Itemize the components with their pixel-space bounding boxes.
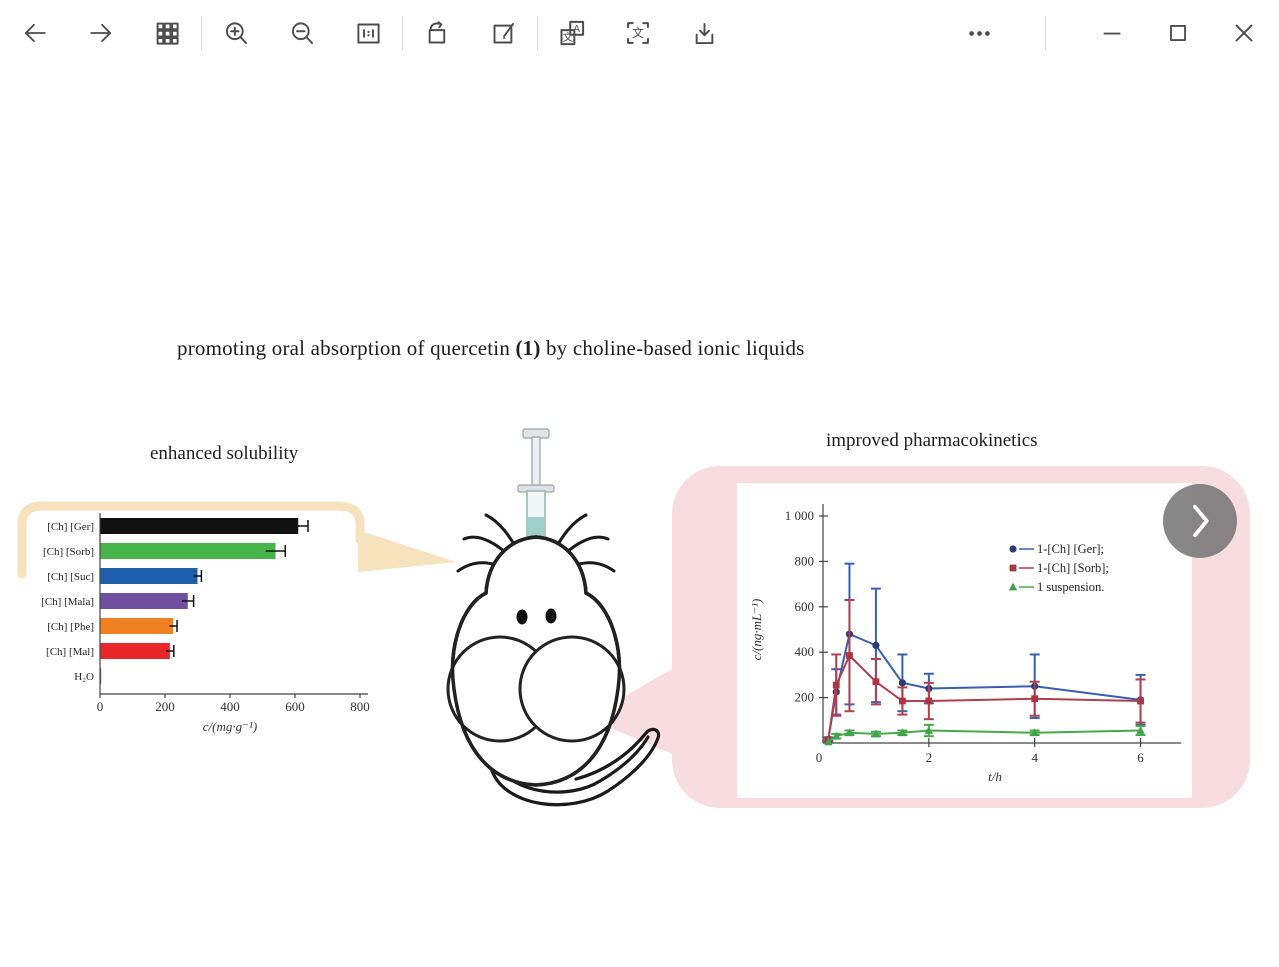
translate-icon: A 文 bbox=[558, 19, 586, 47]
ocr-button[interactable]: 文 bbox=[621, 16, 655, 50]
svg-text:1-[Ch] [Ger];: 1-[Ch] [Ger]; bbox=[1037, 542, 1104, 556]
svg-text:4: 4 bbox=[1031, 750, 1038, 765]
svg-text:文: 文 bbox=[632, 26, 644, 40]
thumbnails-button[interactable] bbox=[150, 16, 184, 50]
more-options-button[interactable] bbox=[962, 16, 996, 50]
back-arrow-icon bbox=[22, 20, 48, 46]
zoom-out-button[interactable] bbox=[285, 16, 319, 50]
right-panel-heading: improved pharmacokinetics bbox=[826, 430, 1038, 452]
close-button[interactable] bbox=[1227, 16, 1261, 50]
more-dots-icon bbox=[966, 20, 993, 47]
svg-text:t/h: t/h bbox=[988, 769, 1002, 784]
tools-group: A 文 文 bbox=[555, 16, 721, 50]
maximize-button[interactable] bbox=[1161, 16, 1195, 50]
svg-text:H₂O: H₂O bbox=[74, 671, 94, 683]
actual-size-button[interactable] bbox=[351, 16, 385, 50]
grid-icon bbox=[154, 20, 181, 47]
svg-text:1 000: 1 000 bbox=[785, 508, 814, 523]
toolbar-separator bbox=[1045, 16, 1046, 50]
svg-text:[Ch] [Suc]: [Ch] [Suc] bbox=[47, 571, 94, 583]
svg-text:400: 400 bbox=[795, 644, 815, 659]
toolbar-separator bbox=[402, 16, 403, 50]
edit-button[interactable] bbox=[486, 16, 520, 50]
actual-size-icon bbox=[355, 20, 382, 47]
back-button[interactable] bbox=[18, 16, 52, 50]
solubility-bar-chart: [Ch] [Ger] [Ch] [Sorb] [Ch] [Suc] [Ch] [Mal… bbox=[8, 504, 388, 744]
svg-text:文: 文 bbox=[563, 31, 574, 44]
svg-text:0: 0 bbox=[97, 699, 104, 714]
zoom-in-button[interactable] bbox=[219, 16, 253, 50]
zoom-out-icon bbox=[289, 20, 316, 47]
rotate-button[interactable] bbox=[420, 16, 454, 50]
ocr-text-scan-icon: 文 bbox=[624, 19, 652, 47]
svg-text:c/(ng·mL⁻¹): c/(ng·mL⁻¹) bbox=[749, 599, 764, 661]
svg-text:[Ch] [Sorb]: [Ch] [Sorb] bbox=[43, 546, 94, 558]
maximize-icon bbox=[1165, 20, 1191, 46]
svg-text:600: 600 bbox=[285, 699, 305, 714]
pharmacokinetics-chart-panel: 200 400 600 800 1 000 0 2 4 6 t/h c/(ng·mL⁻¹) 1-[Ch… bbox=[737, 483, 1192, 798]
document-page: promoting oral absorption of quercetin (… bbox=[0, 66, 1279, 967]
svg-text:800: 800 bbox=[350, 699, 370, 714]
toolbar-separator bbox=[537, 16, 538, 50]
svg-text:400: 400 bbox=[220, 699, 240, 714]
edit-pencil-icon bbox=[490, 20, 517, 47]
svg-text:1 suspension.: 1 suspension. bbox=[1037, 580, 1104, 594]
svg-text:0: 0 bbox=[816, 750, 823, 765]
svg-text:[Ch] [Phe]: [Ch] [Phe] bbox=[47, 621, 94, 633]
translate-button[interactable]: A 文 bbox=[555, 16, 589, 50]
rotate-icon bbox=[424, 20, 451, 47]
svg-text:[Ch] [Mala]: [Ch] [Mala] bbox=[41, 596, 94, 608]
zoom-group bbox=[219, 16, 385, 50]
next-page-button[interactable] bbox=[1163, 484, 1237, 558]
svg-text:800: 800 bbox=[795, 553, 815, 568]
svg-text:600: 600 bbox=[795, 599, 815, 614]
nav-group bbox=[18, 16, 184, 50]
title-text: by choline-based ionic liquids bbox=[541, 336, 805, 360]
svg-text:200: 200 bbox=[795, 690, 815, 705]
toolbar: A 文 文 bbox=[0, 0, 1279, 66]
title-text: promoting oral absorption of quercetin bbox=[177, 336, 515, 360]
edit-group bbox=[420, 16, 520, 50]
zoom-in-icon bbox=[223, 20, 250, 47]
left-panel-heading: enhanced solubility bbox=[150, 443, 298, 465]
svg-text:2: 2 bbox=[926, 750, 933, 765]
close-icon bbox=[1231, 20, 1257, 46]
svg-text:1-[Ch] [Sorb];: 1-[Ch] [Sorb]; bbox=[1037, 561, 1109, 575]
svg-text:c/(mg·g⁻¹): c/(mg·g⁻¹) bbox=[203, 719, 257, 734]
mouse-with-syringe-illustration bbox=[428, 421, 678, 811]
svg-text:6: 6 bbox=[1137, 750, 1144, 765]
svg-text:[Ch] [Mal]: [Ch] [Mal] bbox=[46, 646, 94, 658]
page-title: promoting oral absorption of quercetin (… bbox=[177, 336, 957, 361]
forward-arrow-icon bbox=[88, 20, 114, 46]
window-controls bbox=[962, 16, 1261, 50]
forward-button[interactable] bbox=[84, 16, 118, 50]
svg-text:200: 200 bbox=[155, 699, 175, 714]
viewer-window: A 文 文 bbox=[0, 0, 1279, 967]
download-button[interactable] bbox=[687, 16, 721, 50]
minimize-icon bbox=[1099, 20, 1125, 46]
toolbar-separator bbox=[201, 16, 202, 50]
download-icon bbox=[691, 20, 718, 47]
svg-text:[Ch] [Ger]: [Ch] [Ger] bbox=[47, 521, 94, 533]
chevron-right-icon bbox=[1169, 484, 1231, 558]
pharmacokinetics-line-chart: 200 400 600 800 1 000 0 2 4 6 t/h c/(ng·mL⁻¹) 1-[Ch… bbox=[737, 483, 1192, 798]
minimize-button[interactable] bbox=[1095, 16, 1129, 50]
title-compound-number: (1) bbox=[515, 336, 540, 360]
